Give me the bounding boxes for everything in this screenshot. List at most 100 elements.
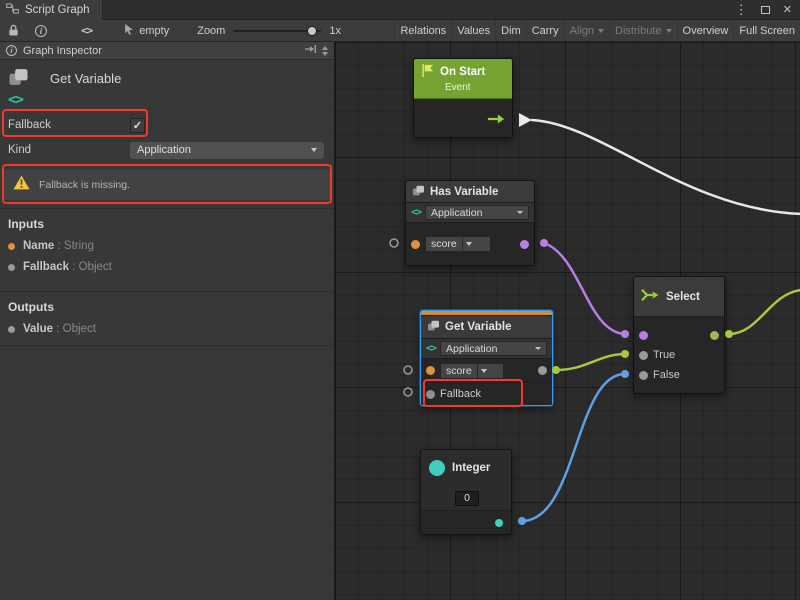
variables-icon [8, 68, 42, 91]
node-title: Integer [452, 462, 490, 474]
close-icon[interactable]: ✕ [783, 3, 792, 16]
inspector-title-block: <> Get Variable [0, 60, 334, 112]
full-screen-button[interactable]: Full Screen [733, 20, 800, 42]
wire-value-green [556, 354, 625, 370]
selection-label: empty [139, 25, 169, 37]
chevron-down-icon [666, 29, 672, 33]
zoom-value: 1x [329, 25, 341, 37]
zoom-slider[interactable] [233, 30, 321, 32]
fallback-input-port[interactable] [426, 390, 435, 399]
tab-title: Script Graph [25, 4, 90, 16]
node-select[interactable]: Select True False [633, 276, 725, 394]
wire-bool-purple [544, 243, 625, 334]
name-input-port[interactable] [411, 240, 420, 249]
empty-port-circle [390, 239, 398, 247]
integer-type-icon [429, 460, 445, 476]
empty-port-circle [404, 366, 412, 374]
inputs-section: Inputs Name : String Fallback : Object [0, 208, 334, 283]
zoom-control: Zoom 1x [197, 25, 341, 37]
collapse-panel-icon[interactable] [304, 44, 316, 57]
integer-output-port[interactable] [495, 519, 503, 527]
node-has-variable[interactable]: Has Variable <> Application score [405, 180, 535, 266]
warning-text: Fallback is missing. [39, 179, 130, 191]
false-input-port[interactable] [639, 371, 648, 380]
code-icon: <> [8, 92, 42, 108]
info-icon: i [6, 45, 17, 56]
zoom-label: Zoom [197, 25, 225, 37]
name-input-port[interactable] [426, 366, 435, 375]
inspector-header: i Graph Inspector [0, 42, 334, 60]
false-port-label: False [653, 369, 680, 381]
script-graph-icon [6, 3, 19, 17]
true-port-label: True [653, 349, 675, 361]
window-menu-icon[interactable]: ⋮ [735, 3, 748, 16]
carry-button[interactable]: Carry [526, 20, 564, 42]
cursor-icon [124, 23, 134, 38]
dim-button[interactable]: Dim [495, 20, 526, 42]
values-button[interactable]: Values [451, 20, 495, 42]
inputs-header: Inputs [8, 217, 326, 231]
graph-canvas[interactable]: On Start Event Has Variable <> A [335, 42, 800, 600]
kind-property-row: Kind Application [0, 138, 334, 162]
overview-button[interactable]: Overview [677, 20, 734, 42]
flag-icon [421, 63, 434, 81]
outputs-header: Outputs [8, 300, 326, 314]
info-icon[interactable]: i [29, 20, 53, 42]
kind-dropdown[interactable]: Application [425, 205, 529, 220]
relations-button[interactable]: Relations [394, 20, 451, 42]
chevron-down-icon [517, 211, 523, 214]
value-output-port[interactable] [538, 366, 547, 375]
code-icon: <> [426, 343, 436, 354]
true-input-port[interactable] [639, 351, 648, 360]
condition-input-port[interactable] [639, 331, 648, 340]
lock-icon[interactable] [2, 20, 25, 42]
wire-flow-white [532, 120, 800, 214]
variables-icon [412, 185, 425, 199]
graph-inspector-panel: i Graph Inspector <> Get Variable Fallba… [0, 42, 335, 600]
code-view-icon[interactable]: <> [75, 20, 98, 42]
string-port-dot [8, 243, 15, 250]
selection-indicator: empty [124, 23, 169, 38]
outputs-section: Outputs Value : Object [0, 291, 334, 346]
warning-icon [13, 175, 30, 195]
node-title: On Start [440, 66, 485, 78]
toolbar-buttons: Relations Values Dim Carry Align Distrib… [394, 20, 800, 42]
chevron-down-icon [311, 148, 317, 152]
wire-select-output-green [729, 290, 800, 334]
zoom-slider-knob[interactable] [307, 26, 317, 36]
object-port-dot [8, 326, 15, 333]
input-port-row: Fallback : Object [8, 261, 326, 273]
integer-value-field[interactable]: 0 [455, 491, 479, 506]
empty-port-circle [404, 388, 412, 396]
flow-output-arrow-icon[interactable] [487, 112, 505, 130]
kind-property-label: Kind [8, 144, 130, 156]
node-title: Has Variable [430, 186, 498, 198]
kind-dropdown[interactable]: Application [440, 341, 547, 356]
variable-name-dropdown[interactable]: score [440, 363, 504, 379]
code-icon: <> [411, 207, 421, 218]
fallback-property-row: Fallback ✓ [0, 112, 334, 138]
panel-scroll-spinner[interactable] [322, 46, 328, 56]
tab-script-graph[interactable]: Script Graph [0, 0, 103, 20]
node-get-variable[interactable]: Get Variable <> Application score [420, 310, 553, 406]
connection-wires [335, 42, 800, 600]
bool-output-port[interactable] [520, 240, 529, 249]
variables-icon [427, 320, 440, 334]
chevron-down-icon [466, 242, 472, 246]
node-subtitle: Event [445, 82, 505, 93]
output-port-row: Value : Object [8, 323, 326, 335]
fallback-property-label: Fallback [8, 119, 130, 131]
chevron-down-icon [598, 29, 604, 33]
graph-toolbar: i <> empty Zoom 1x Relations Values Dim … [0, 20, 800, 42]
chevron-down-icon [535, 347, 541, 350]
node-on-start[interactable]: On Start Event [413, 58, 513, 138]
inspector-unit-title: Get Variable [50, 68, 121, 112]
fallback-checkbox[interactable]: ✓ [130, 118, 145, 133]
fallback-port-label: Fallback [440, 388, 481, 400]
variable-name-dropdown[interactable]: score [425, 236, 491, 252]
maximize-icon[interactable] [761, 6, 770, 14]
kind-dropdown[interactable]: Application [130, 142, 324, 159]
selection-output-port[interactable] [710, 331, 719, 340]
node-integer[interactable]: Integer 0 [420, 449, 512, 535]
title-bar: Script Graph ⋮ ✕ [0, 0, 800, 20]
